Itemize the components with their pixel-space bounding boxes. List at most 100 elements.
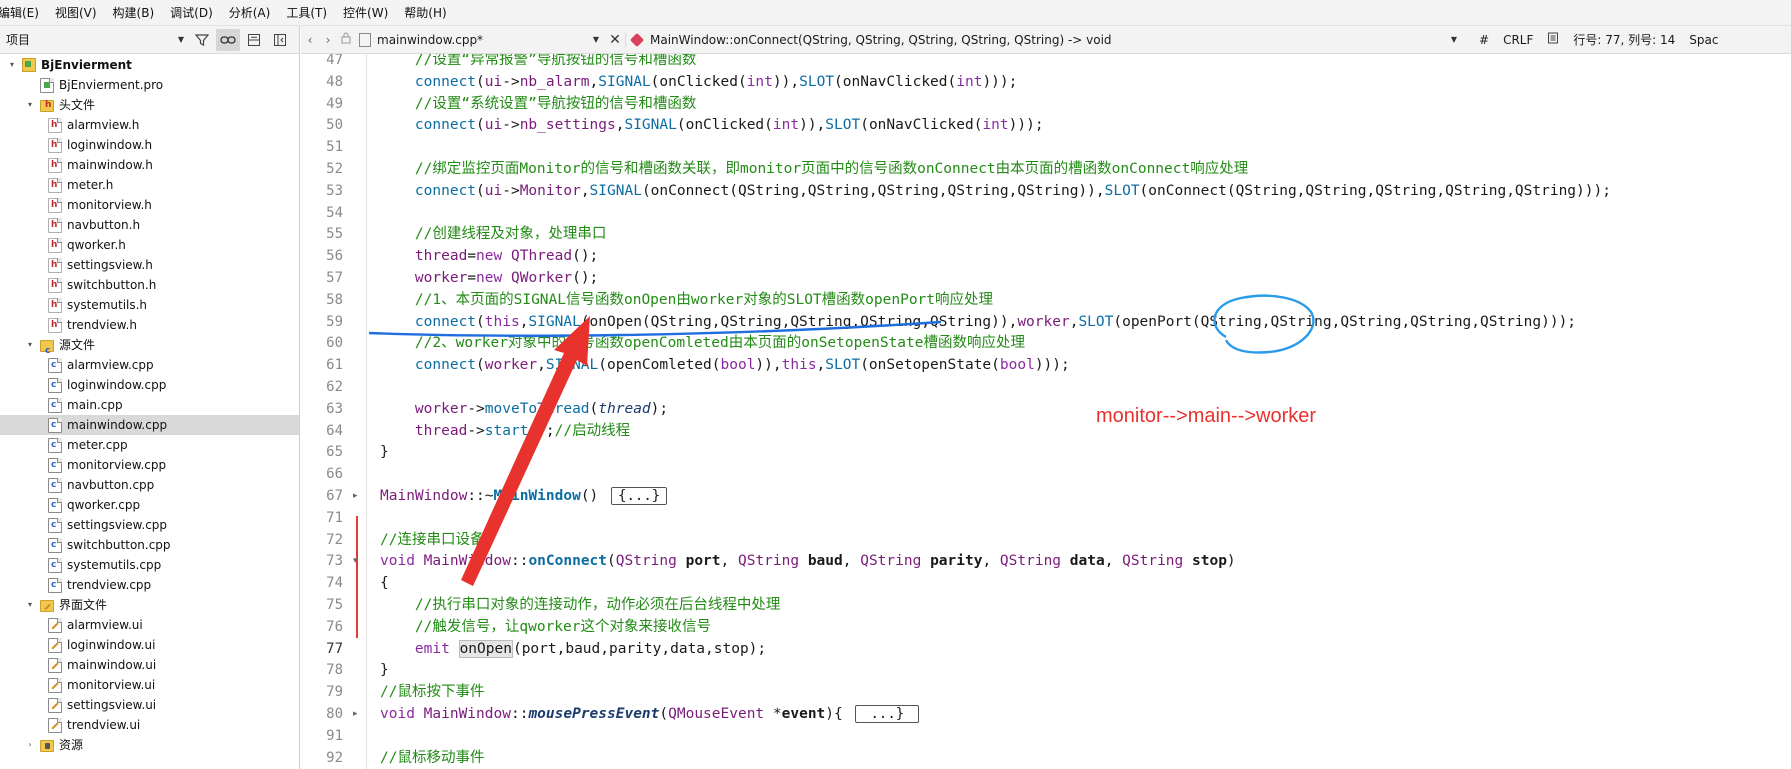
- code-line[interactable]: 58 //1、本页面的SIGNAL信号函数onOpen由worker对象的SLO…: [301, 290, 1791, 310]
- tree-item[interactable]: loginwindow.h: [0, 135, 299, 155]
- indent-label[interactable]: Spac: [1689, 33, 1718, 47]
- code-line[interactable]: 76 //触发信号，让qworker这个对象来接收信号: [301, 617, 1791, 637]
- code-line[interactable]: 54: [301, 203, 1791, 223]
- code-line[interactable]: 91: [301, 726, 1791, 746]
- tree-item[interactable]: trendview.h: [0, 315, 299, 335]
- close-file-icon[interactable]: ✕: [605, 32, 625, 48]
- tree-item[interactable]: trendview.cpp: [0, 575, 299, 595]
- tree-item[interactable]: monitorview.cpp: [0, 455, 299, 475]
- code-line[interactable]: 74 {: [301, 573, 1791, 593]
- menu-item[interactable]: 分析(A): [221, 4, 279, 21]
- menu-item[interactable]: 控件(W): [335, 4, 396, 21]
- tree-item[interactable]: mainwindow.cpp: [0, 415, 299, 435]
- cursor-position[interactable]: 行号: 77, 列号: 14: [1573, 31, 1675, 48]
- lock-icon[interactable]: [337, 32, 355, 47]
- expand-toggle-icon[interactable]: ▾: [6, 55, 18, 75]
- tree-item[interactable]: settingsview.cpp: [0, 515, 299, 535]
- tree-item[interactable]: loginwindow.cpp: [0, 375, 299, 395]
- symbol-combo[interactable]: MainWindow::onConnect(QString, QString, …: [625, 32, 1465, 47]
- tree-item[interactable]: ▾ 头文件: [0, 95, 299, 115]
- tree-item[interactable]: qworker.h: [0, 235, 299, 255]
- tree-item[interactable]: navbutton.h: [0, 215, 299, 235]
- forward-arrow-icon[interactable]: ›: [319, 33, 337, 47]
- code-line[interactable]: 67 ▸ MainWindow::~MainWindow() {...}: [301, 486, 1791, 506]
- code-line[interactable]: 63 worker->moveToThread(thread);: [301, 399, 1791, 419]
- tree-item[interactable]: qworker.cpp: [0, 495, 299, 515]
- back-arrow-icon[interactable]: ‹: [301, 33, 319, 47]
- tree-item[interactable]: switchbutton.h: [0, 275, 299, 295]
- code-line[interactable]: 56 thread=new QThread();: [301, 246, 1791, 266]
- code-line[interactable]: 48 connect(ui->nb_alarm,SIGNAL(onClicked…: [301, 72, 1791, 92]
- code-line[interactable]: 64 thread->start();//启动线程: [301, 421, 1791, 441]
- tree-item[interactable]: trendview.ui: [0, 715, 299, 735]
- code-line[interactable]: 53 connect(ui->Monitor,SIGNAL(onConnect(…: [301, 181, 1791, 201]
- code-line[interactable]: 52 //绑定监控页面Monitor的信号和槽函数关联，即monitor页面中的…: [301, 159, 1791, 179]
- code-line[interactable]: 73 ▾ void MainWindow::onConnect(QString po…: [301, 551, 1791, 571]
- tree-item[interactable]: ▾ 源文件: [0, 335, 299, 361]
- tree-item[interactable]: ▾ 界面文件: [0, 595, 299, 615]
- hash-label[interactable]: #: [1479, 33, 1489, 47]
- tree-item[interactable]: BjEnvierment.pro: [0, 75, 299, 95]
- code-line[interactable]: 49 //设置“系统设置”导航按钮的信号和槽函数: [301, 94, 1791, 114]
- code-line[interactable]: 80 ▸ void MainWindow::mousePressEvent(QMou…: [301, 704, 1791, 724]
- code-line[interactable]: 59 connect(this,SIGNAL(onOpen(QString,QS…: [301, 312, 1791, 332]
- split-icon[interactable]: [242, 29, 266, 51]
- code-line[interactable]: 75 //执行串口对象的连接动作，动作必须在后台线程中处理: [301, 595, 1791, 615]
- tree-item[interactable]: mainwindow.ui: [0, 655, 299, 675]
- tree-item[interactable]: main.cpp: [0, 395, 299, 415]
- code-line[interactable]: 47 //设置“异常报警”导航按钮的信号和槽函数: [301, 54, 1791, 70]
- expand-toggle-icon[interactable]: ▾: [24, 95, 36, 115]
- code-line[interactable]: 62: [301, 377, 1791, 397]
- code-line[interactable]: 72 //连接串口设备: [301, 530, 1791, 550]
- expand-toggle-icon[interactable]: ▾: [24, 335, 36, 355]
- code-line[interactable]: 51: [301, 137, 1791, 157]
- code-line[interactable]: 79 //鼠标按下事件: [301, 682, 1791, 702]
- expand-toggle-icon[interactable]: ▾: [24, 595, 36, 615]
- code-line[interactable]: 77 emit onOpen(port,baud,parity,data,sto…: [301, 639, 1791, 659]
- tree-item[interactable]: ▾ BjEnvierment: [0, 55, 299, 75]
- tree-item[interactable]: systemutils.h: [0, 295, 299, 315]
- tree-item[interactable]: loginwindow.ui: [0, 635, 299, 655]
- code-editor[interactable]: 47 //设置“异常报警”导航按钮的信号和槽函数 48 connect(ui->n…: [301, 54, 1791, 769]
- expand-toggle-icon[interactable]: ›: [24, 735, 36, 755]
- tree-item[interactable]: alarmview.ui: [0, 615, 299, 635]
- tree-item[interactable]: alarmview.h: [0, 115, 299, 135]
- code-line[interactable]: 60 //2、worker对象中的信号函数openComleted由本页面的on…: [301, 333, 1791, 353]
- fold-toggle-icon[interactable]: ▸: [353, 704, 358, 724]
- tree-item[interactable]: meter.cpp: [0, 435, 299, 455]
- close-sidebar-icon[interactable]: [268, 29, 292, 51]
- open-file-combo[interactable]: mainwindow.cpp* ▼: [355, 32, 605, 47]
- code-line[interactable]: 66: [301, 464, 1791, 484]
- tree-item[interactable]: navbutton.cpp: [0, 475, 299, 495]
- code-line[interactable]: 71: [301, 508, 1791, 528]
- code-line[interactable]: 55 //创建线程及对象，处理串口: [301, 224, 1791, 244]
- fold-toggle-icon[interactable]: ▾: [353, 551, 358, 571]
- menu-item[interactable]: 工具(T): [278, 4, 335, 21]
- line-ending-label[interactable]: CRLF: [1503, 33, 1533, 47]
- tree-item[interactable]: › 资源: [0, 735, 299, 755]
- tree-item[interactable]: meter.h: [0, 175, 299, 195]
- menu-item[interactable]: 视图(V): [47, 4, 105, 21]
- tree-item[interactable]: systemutils.cpp: [0, 555, 299, 575]
- fold-toggle-icon[interactable]: ▸: [353, 486, 358, 506]
- code-line[interactable]: 78}: [301, 660, 1791, 680]
- tree-item[interactable]: mainwindow.h: [0, 155, 299, 175]
- document-icon[interactable]: [1547, 32, 1559, 47]
- code-line[interactable]: 65}: [301, 442, 1791, 462]
- code-line[interactable]: 57 worker=new QWorker();: [301, 268, 1791, 288]
- code-line[interactable]: 50 connect(ui->nb_settings,SIGNAL(onClic…: [301, 115, 1791, 135]
- project-view-selector[interactable]: 项目 ▼: [4, 29, 188, 51]
- tree-item[interactable]: monitorview.ui: [0, 675, 299, 695]
- menu-item[interactable]: 调试(D): [162, 4, 221, 21]
- tree-item[interactable]: settingsview.h: [0, 255, 299, 275]
- menu-item[interactable]: 构建(B): [105, 4, 163, 21]
- tree-item[interactable]: settingsview.ui: [0, 695, 299, 715]
- filter-icon[interactable]: [190, 29, 214, 51]
- menu-item[interactable]: 编辑(E): [0, 4, 47, 21]
- link-icon[interactable]: [216, 28, 240, 51]
- code-line[interactable]: 92 //鼠标移动事件: [301, 748, 1791, 768]
- tree-item[interactable]: monitorview.h: [0, 195, 299, 215]
- code-line[interactable]: 61 connect(worker,SIGNAL(openComleted(bo…: [301, 355, 1791, 375]
- tree-item[interactable]: switchbutton.cpp: [0, 535, 299, 555]
- menu-item[interactable]: 帮助(H): [396, 4, 454, 21]
